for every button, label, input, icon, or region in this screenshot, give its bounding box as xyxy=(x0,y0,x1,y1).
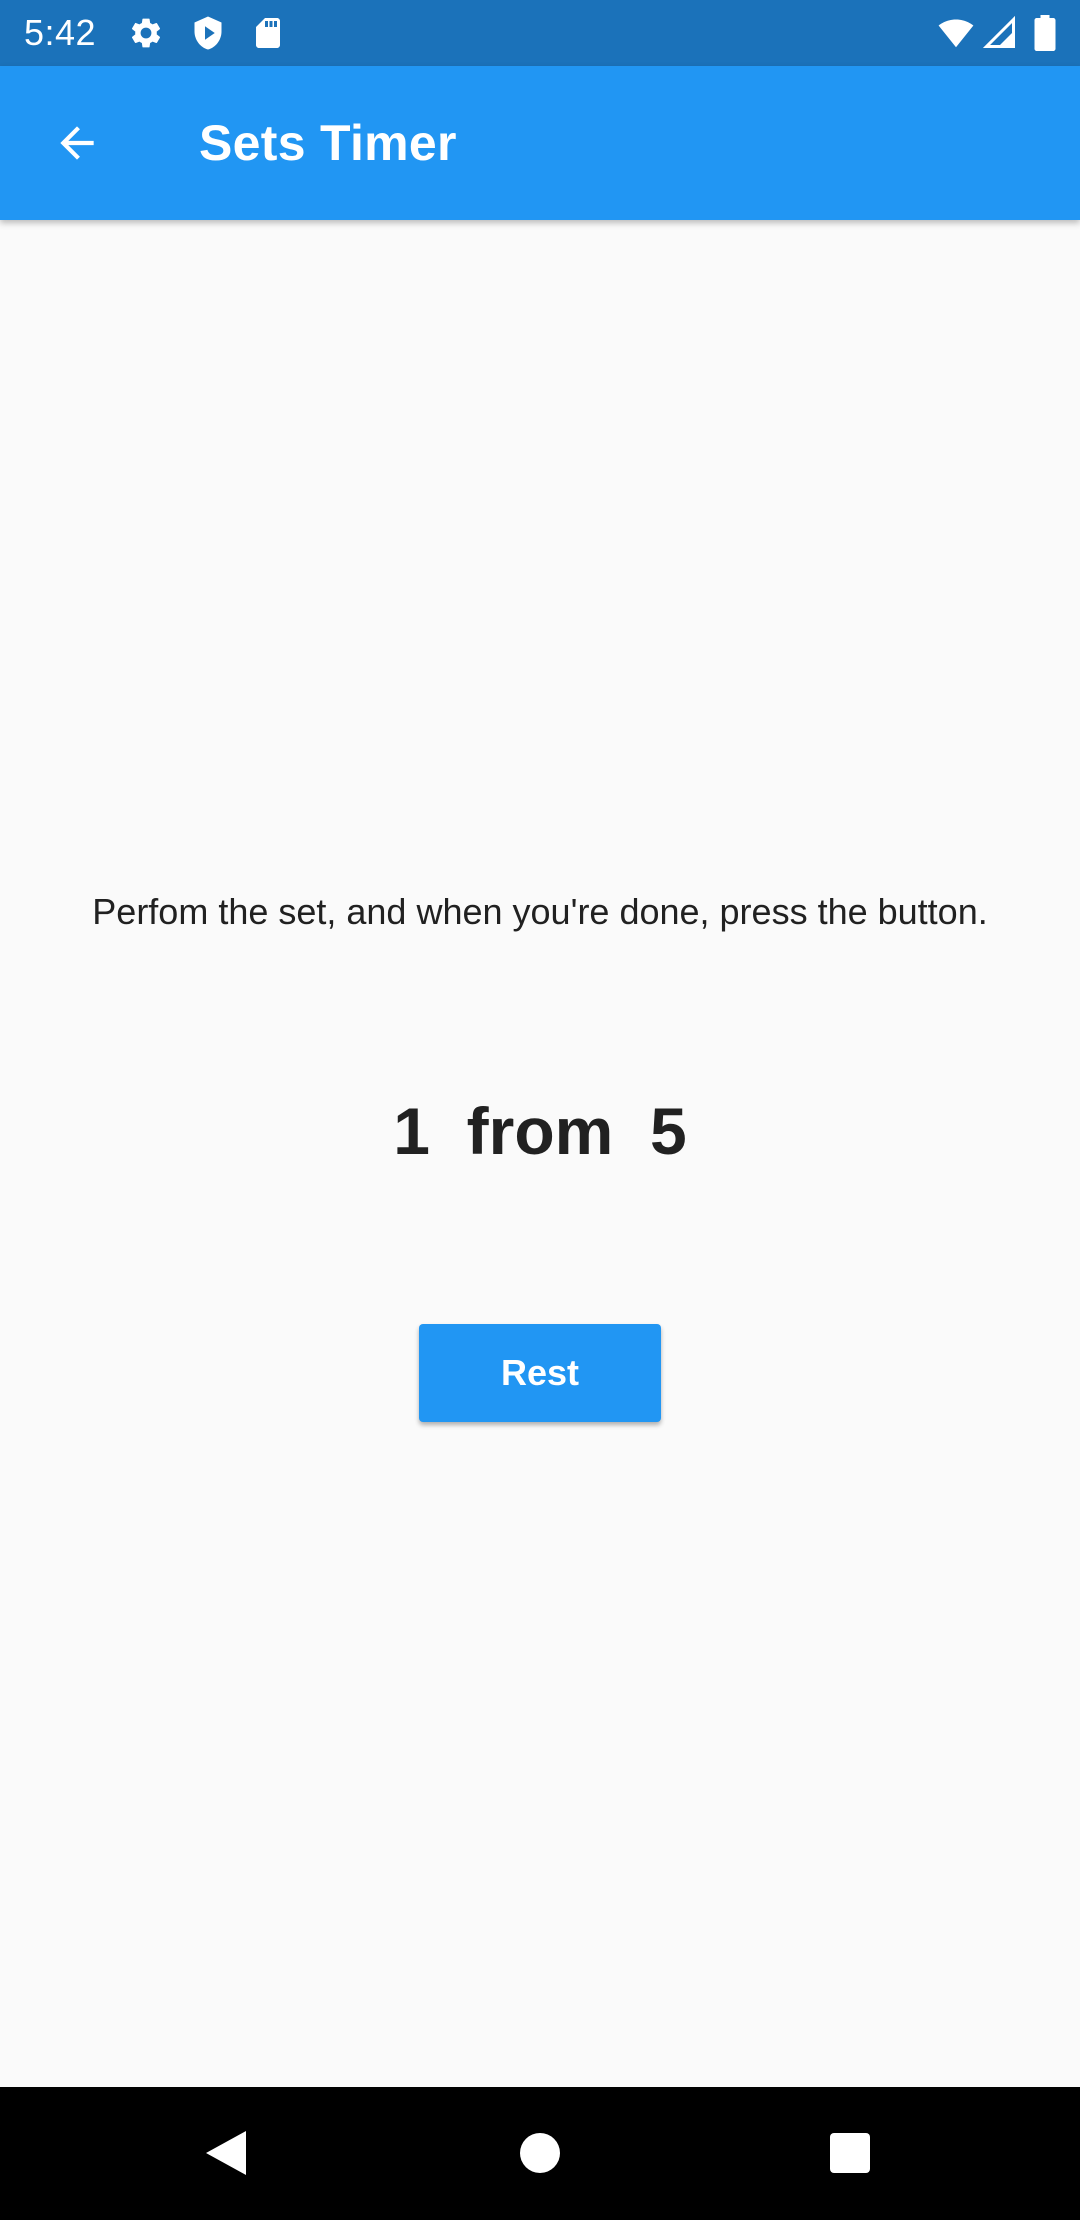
signal-icon xyxy=(982,15,1018,51)
status-bar: 5:42 xyxy=(0,0,1080,66)
nav-back-button[interactable] xyxy=(186,2113,266,2193)
battery-icon xyxy=(1030,15,1060,51)
wifi-icon xyxy=(936,15,976,51)
sets-timer-screen: 5:42 Sets Timer Perfom the set, and when xyxy=(0,0,1080,2220)
recents-square-icon xyxy=(830,2133,870,2173)
app-bar: Sets Timer xyxy=(0,66,1080,220)
settings-icon xyxy=(128,15,164,51)
current-set: 1 xyxy=(393,1094,430,1168)
shield-play-icon xyxy=(190,15,226,51)
set-counter: 1 from 5 xyxy=(0,1086,1080,1176)
arrow-back-icon xyxy=(60,126,94,160)
instruction-text: Perfom the set, and when you're done, pr… xyxy=(92,891,988,932)
rest-button[interactable]: Rest xyxy=(419,1324,661,1422)
nav-recents-button[interactable] xyxy=(810,2113,890,2193)
page-title: Sets Timer xyxy=(199,115,457,171)
home-circle-icon xyxy=(520,2133,560,2173)
total-sets: 5 xyxy=(650,1094,687,1168)
status-time: 5:42 xyxy=(24,12,97,53)
system-nav-bar xyxy=(0,2087,1080,2220)
nav-home-button[interactable] xyxy=(500,2113,580,2193)
sd-card-icon xyxy=(250,15,286,51)
back-button[interactable] xyxy=(33,99,121,187)
counter-separator: from xyxy=(466,1094,614,1168)
back-triangle-icon xyxy=(206,2131,246,2175)
